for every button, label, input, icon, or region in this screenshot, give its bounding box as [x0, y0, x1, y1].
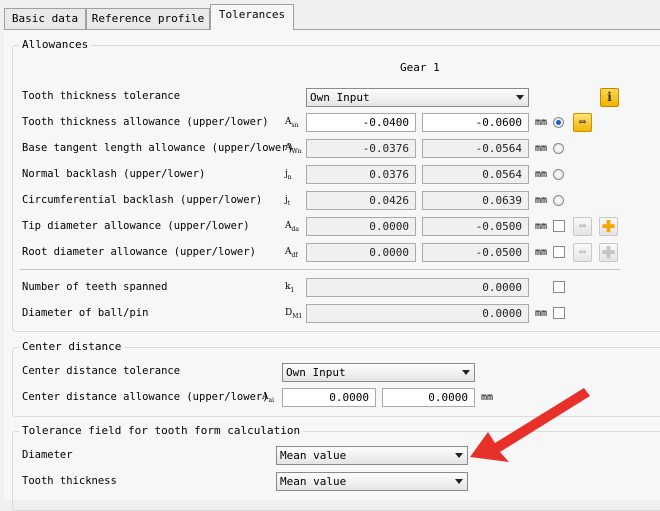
annotation-arrow: [470, 388, 590, 462]
red-arrow-icon: [470, 388, 590, 462]
tab-tolerances[interactable]: Tolerances: [210, 4, 294, 30]
tab-label: Tolerances: [218, 8, 286, 21]
